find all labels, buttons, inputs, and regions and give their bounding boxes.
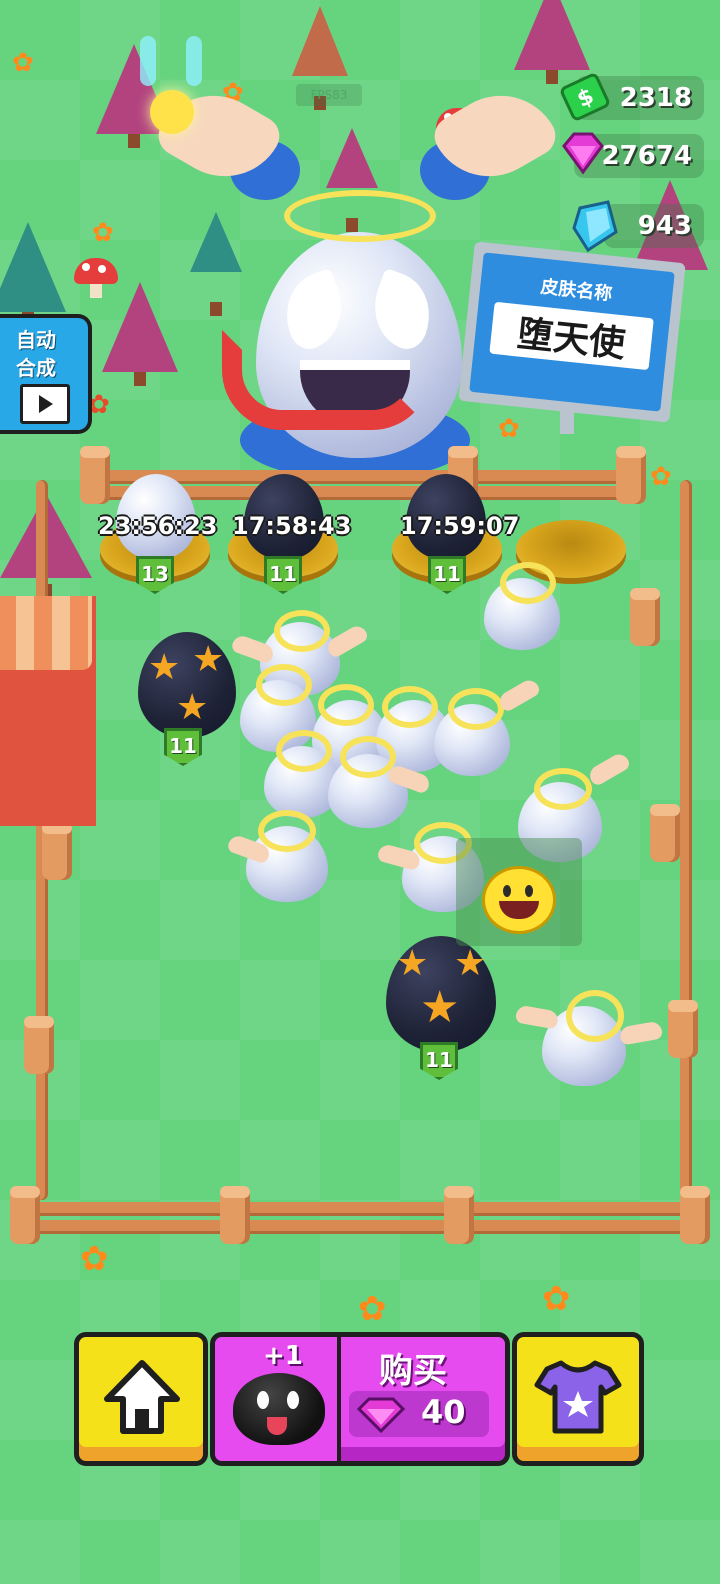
- nest-timer: 23:56:23: [98, 512, 218, 540]
- halo: [382, 686, 438, 728]
- halo: [276, 730, 332, 772]
- flower-icon: ✿: [12, 48, 34, 78]
- flower-icon: ✿: [80, 1239, 109, 1279]
- star-icon: ★: [454, 943, 487, 984]
- star-icon: ★: [192, 639, 225, 680]
- video-ad-icon: [20, 384, 70, 424]
- halo: [500, 562, 556, 604]
- halo: [318, 684, 374, 726]
- pink-gem-icon: [355, 1395, 407, 1439]
- blue-diamond-icon: [568, 198, 622, 260]
- flower-icon: ✿: [498, 414, 520, 444]
- nest-timer: 17:59:07: [400, 512, 520, 540]
- plus-one-label: +1: [263, 1341, 303, 1371]
- diamond-counter: 943: [572, 200, 704, 253]
- boss-halo: [284, 190, 436, 242]
- buy-price: 40: [421, 1393, 466, 1431]
- buy-label: 购买: [379, 1351, 447, 1391]
- tree: [292, 6, 348, 110]
- gem-counter: 27674: [562, 132, 704, 178]
- fence-post: [80, 446, 110, 504]
- tshirt-icon: [533, 1357, 623, 1441]
- star-icon: ★: [420, 982, 460, 1033]
- fence-post: [630, 588, 660, 646]
- auto-merge-label-line1: 自动: [16, 328, 56, 352]
- fence-post: [444, 1186, 474, 1244]
- flower-icon: ✿: [542, 1279, 571, 1319]
- flower-icon: ✿: [92, 218, 114, 248]
- flower-icon: ✿: [358, 1289, 387, 1329]
- fence-post: [650, 804, 680, 862]
- fence-post: [616, 446, 646, 504]
- barn-awning: [0, 596, 92, 670]
- halo: [340, 736, 396, 778]
- fence-post: [668, 1000, 698, 1058]
- halo: [274, 610, 330, 652]
- black-blob-icon: [233, 1373, 325, 1445]
- gem-value: 27674: [601, 141, 692, 171]
- fence-post: [10, 1186, 40, 1244]
- halo: [566, 990, 624, 1042]
- halo: [256, 664, 312, 706]
- star-icon: ★: [148, 647, 181, 688]
- smiley-emote-icon: [482, 866, 556, 934]
- tree: [190, 212, 242, 316]
- spark: [140, 36, 156, 86]
- fence-post: [42, 822, 72, 880]
- sun-orb: [150, 90, 194, 134]
- cash-counter: $ 2318: [560, 73, 704, 121]
- auto-merge-button[interactable]: 自动 合成: [0, 314, 92, 434]
- fence-post: [220, 1186, 250, 1244]
- fps-counter: FPS83: [296, 84, 362, 106]
- fence-post: [24, 1016, 54, 1074]
- flower-icon: ✿: [650, 462, 672, 492]
- halo: [534, 768, 592, 810]
- fence-post: [680, 1186, 710, 1244]
- cash-value: 2318: [619, 83, 692, 113]
- halo: [448, 688, 504, 730]
- halo: [258, 810, 316, 852]
- spark: [186, 36, 202, 86]
- home-icon: [103, 1357, 181, 1441]
- star-icon: ★: [176, 687, 209, 728]
- nest-timer: 17:58:43: [232, 512, 352, 540]
- buy-divider: [337, 1337, 341, 1461]
- star-icon: ★: [396, 943, 429, 984]
- tree: [326, 128, 378, 232]
- fence-right-rail: [680, 480, 692, 1200]
- tree: [514, 0, 590, 84]
- home-button[interactable]: [74, 1332, 208, 1466]
- cash-icon: $: [558, 70, 612, 128]
- skin-name-sign: 皮肤名称 堕天使: [458, 241, 686, 423]
- dark-star-egg[interactable]: ★ ★ ★: [138, 632, 236, 738]
- fence-bottom-rail: [30, 1202, 696, 1216]
- diamond-value: 943: [637, 211, 692, 241]
- buy-egg-button[interactable]: +1 购买 40: [210, 1332, 510, 1466]
- fence-bottom-rail: [30, 1220, 696, 1234]
- boss-tongue: [222, 330, 432, 430]
- skin-sign-name: 堕天使: [489, 301, 654, 371]
- tree: [102, 282, 178, 386]
- auto-merge-label-line2: 合成: [16, 356, 56, 380]
- dark-star-egg[interactable]: ★ ★ ★: [386, 936, 496, 1052]
- sign-stand: [560, 404, 574, 434]
- skin-shop-button[interactable]: [512, 1332, 644, 1466]
- tree: [0, 222, 66, 326]
- pink-gem-icon: [556, 128, 610, 182]
